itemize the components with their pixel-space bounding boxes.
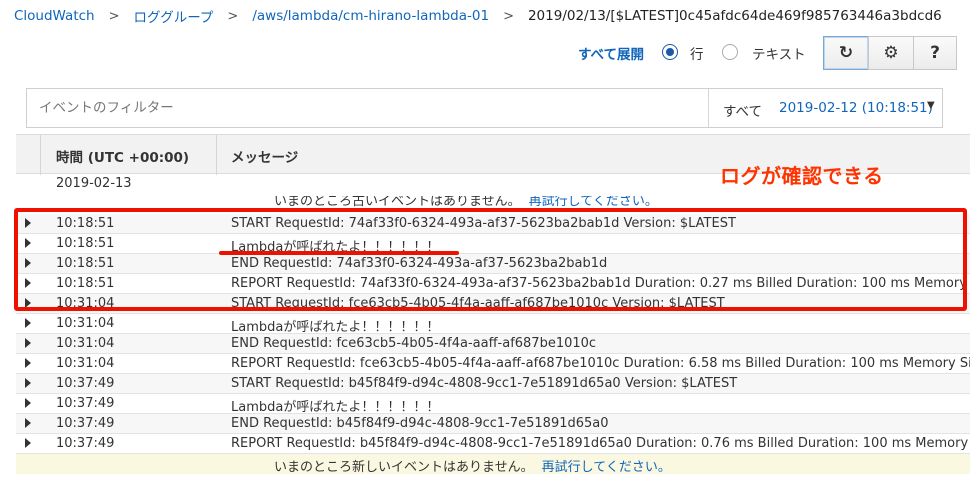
newer-events-notice: いまのところ新しいイベントはありません。 再試行してください。 [16, 454, 970, 474]
filter-divider [708, 89, 709, 127]
event-time: 10:18:51 [56, 276, 115, 291]
view-row-radio[interactable] [662, 44, 678, 60]
expand-row-icon[interactable] [25, 218, 31, 228]
breadcrumb: CloudWatch > ロググループ > /aws/lambda/cm-hir… [14, 5, 942, 27]
chevron-down-icon[interactable]: ▼ [927, 100, 935, 111]
log-event-row[interactable]: 10:18:51 REPORT RequestId: 74af33f0-6324-… [16, 274, 970, 294]
breadcrumb-separator: > [503, 8, 514, 24]
older-events-text: いまのところ古いイベントはありません。 [274, 196, 521, 209]
column-header-message[interactable]: メッセージ [231, 146, 298, 166]
event-message: END RequestId: fce63cb5-4b05-4f4a-aaff-a… [231, 336, 597, 351]
annotation-text: ログが確認できる [720, 164, 884, 188]
refresh-icon: ↻ [838, 43, 854, 63]
log-event-row[interactable]: 10:37:49 REPORT RequestId: b45f84f9-d94c-… [16, 434, 970, 454]
column-divider [216, 135, 217, 175]
event-message: END RequestId: 74af33f0-6324-493a-af37-5… [231, 256, 608, 271]
expand-row-icon[interactable] [25, 258, 31, 268]
expand-row-icon[interactable] [25, 238, 31, 248]
breadcrumb-log-stream: 2019/02/13/[$LATEST]0c45afdc64de469f9857… [527, 8, 942, 24]
retry-newer-link[interactable]: 再試行してください。 [542, 460, 671, 474]
view-text-radio[interactable] [722, 44, 738, 60]
log-event-row[interactable]: 10:18:51 Lambdaが呼ばれたよ！！！！！！ [16, 234, 970, 255]
help-icon: ? [930, 43, 940, 63]
event-message: REPORT RequestId: b45f84f9-d94c-4808-9cc… [231, 436, 970, 451]
event-time: 10:18:51 [56, 256, 115, 271]
filter-bar: すべて 2019-02-12 (10:18:51) ▼ [26, 88, 943, 128]
log-event-row[interactable]: 10:31:04 END RequestId: fce63cb5-4b05-4f4… [16, 334, 970, 354]
event-time: 10:31:04 [56, 336, 115, 351]
older-events-notice: いまのところ古いイベントはありません。 再試行してください。 [16, 196, 970, 210]
expand-row-icon[interactable] [25, 278, 31, 288]
expand-row-icon[interactable] [25, 438, 31, 448]
toolbar: すべて展開 行 テキスト ↻ ⚙ ? [0, 36, 970, 70]
expand-row-icon[interactable] [25, 318, 31, 328]
column-header-time[interactable]: 時間 (UTC +00:00) [56, 146, 189, 166]
date-range-dropdown[interactable]: 2019-02-12 (10:18:51) [779, 100, 933, 116]
event-message: Lambdaが呼ばれたよ！！！！！！ [231, 320, 440, 335]
view-row-label: 行 [690, 47, 704, 63]
breadcrumb-log-groups[interactable]: ロググループ [134, 6, 214, 26]
event-time: 10:18:51 [56, 236, 115, 251]
gear-icon: ⚙ [883, 43, 899, 63]
date-group-label: 2019-02-13 [56, 176, 132, 191]
expand-row-icon[interactable] [25, 378, 31, 388]
expand-row-icon[interactable] [25, 418, 31, 428]
newer-events-text: いまのところ新しいイベントはありません。 [274, 460, 534, 474]
settings-button[interactable]: ⚙ [868, 36, 914, 70]
expand-row-icon[interactable] [25, 338, 31, 348]
filter-scope-label: すべて [723, 104, 763, 120]
event-message: END RequestId: b45f84f9-d94c-4808-9cc1-7… [231, 416, 609, 431]
event-time: 10:31:04 [56, 356, 115, 371]
underline-mark [219, 251, 459, 255]
event-message: REPORT RequestId: 74af33f0-6324-493a-af3… [231, 276, 970, 291]
log-event-row[interactable]: 10:31:04 REPORT RequestId: fce63cb5-4b05-… [16, 354, 970, 374]
log-event-row[interactable]: 10:31:04 START RequestId: fce63cb5-4b05-4… [16, 294, 970, 314]
event-time: 10:31:04 [56, 316, 115, 331]
log-event-row[interactable]: 10:37:49 END RequestId: b45f84f9-d94c-480… [16, 414, 970, 434]
event-message: REPORT RequestId: fce63cb5-4b05-4f4a-aaf… [231, 356, 970, 371]
expand-all-link[interactable]: すべて展開 [578, 43, 644, 63]
breadcrumb-separator: > [108, 8, 120, 24]
help-button[interactable]: ? [913, 36, 957, 70]
event-message: START RequestId: 74af33f0-6324-493a-af37… [231, 216, 736, 231]
expand-row-icon[interactable] [25, 298, 31, 308]
log-rows: 10:18:51 START RequestId: 74af33f0-6324-4… [16, 214, 970, 454]
event-filter-input[interactable] [27, 89, 707, 127]
event-message: START RequestId: b45f84f9-d94c-4808-9cc1… [231, 376, 738, 391]
event-time: 10:37:49 [56, 416, 115, 431]
view-text-label: テキスト [752, 47, 806, 63]
event-time: 10:31:04 [56, 296, 115, 311]
event-time: 10:37:49 [56, 376, 115, 391]
breadcrumb-cloudwatch[interactable]: CloudWatch [14, 8, 95, 24]
event-time: 10:37:49 [56, 396, 115, 411]
log-event-row[interactable]: 10:18:51 START RequestId: 74af33f0-6324-4… [16, 214, 970, 234]
column-divider [40, 135, 41, 175]
event-message: Lambdaが呼ばれたよ！！！！！！ [231, 400, 440, 415]
breadcrumb-log-group[interactable]: /aws/lambda/cm-hirano-lambda-01 [252, 8, 489, 24]
expand-row-icon[interactable] [25, 358, 31, 368]
log-event-row[interactable]: 10:37:49 Lambdaが呼ばれたよ！！！！！！ [16, 394, 970, 415]
expand-row-icon[interactable] [25, 398, 31, 408]
log-event-row[interactable]: 10:18:51 END RequestId: 74af33f0-6324-493… [16, 254, 970, 274]
log-event-row[interactable]: 10:31:04 Lambdaが呼ばれたよ！！！！！！ [16, 314, 970, 335]
event-time: 10:18:51 [56, 216, 115, 231]
event-time: 10:37:49 [56, 436, 115, 451]
breadcrumb-separator: > [227, 8, 239, 24]
event-message: START RequestId: fce63cb5-4b05-4f4a-aaff… [231, 296, 725, 311]
log-event-row[interactable]: 10:37:49 START RequestId: b45f84f9-d94c-4… [16, 374, 970, 394]
retry-older-link[interactable]: 再試行してください。 [529, 196, 658, 209]
refresh-button[interactable]: ↻ [823, 36, 869, 70]
